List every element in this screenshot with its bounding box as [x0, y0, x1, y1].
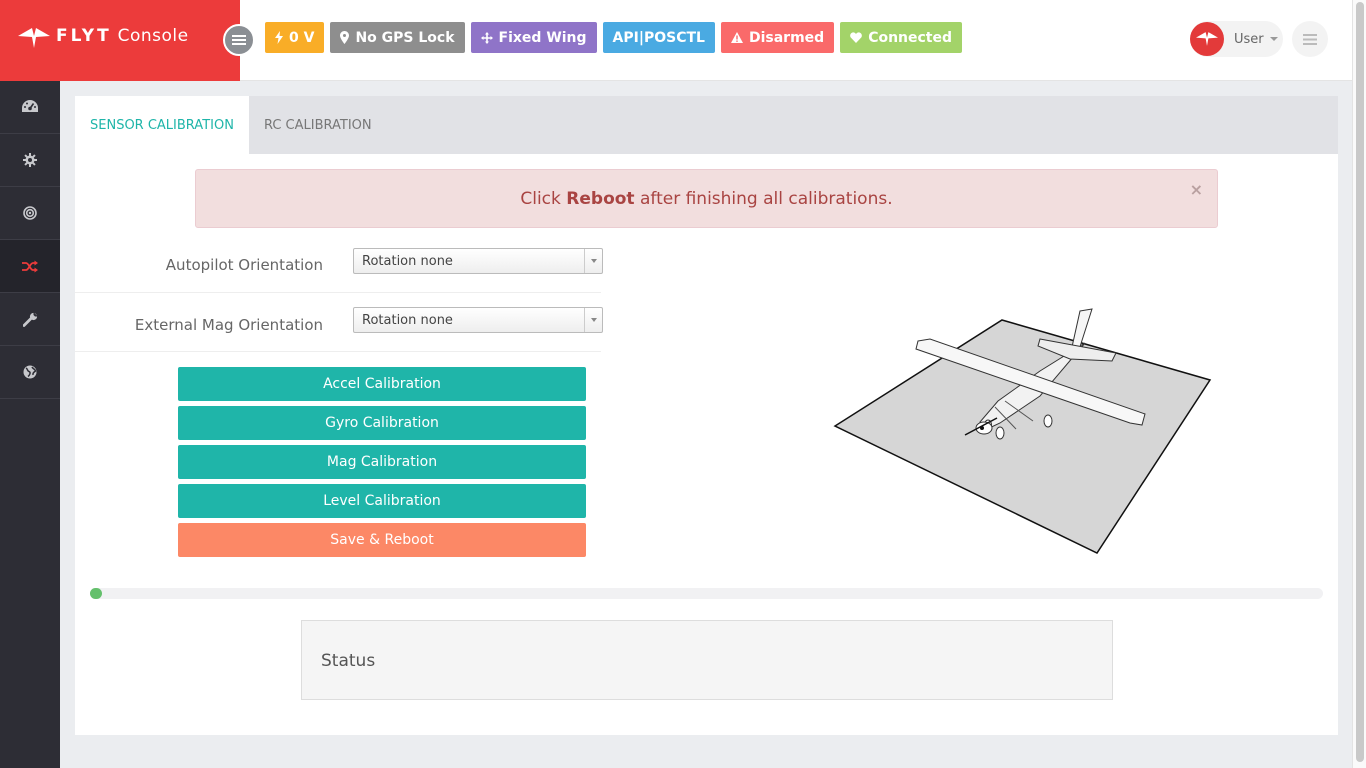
- calibration-progress-bar: [90, 588, 1323, 599]
- brand-logo[interactable]: FLYT Console: [0, 0, 240, 81]
- brand-name: FLYT Console: [56, 26, 189, 46]
- arm-state-badge[interactable]: Disarmed: [720, 22, 835, 53]
- autopilot-orientation-row: Autopilot Orientation Rotation none: [75, 234, 603, 293]
- sidebar-item-calibration[interactable]: [0, 240, 60, 293]
- arm-state-label: Disarmed: [748, 29, 825, 46]
- status-badges: 0 V No GPS Lock Fixed Wing API|POSCTL Di…: [265, 22, 963, 53]
- alert-suffix: after finishing all calibrations.: [639, 188, 893, 209]
- external-mag-orientation-value: Rotation none: [362, 312, 453, 328]
- arrows-icon: [480, 31, 493, 44]
- sidebar: [0, 81, 60, 768]
- battery-label: 0 V: [289, 29, 315, 46]
- shuffle-icon: [22, 260, 38, 272]
- scrollbar-thumb[interactable]: [1356, 2, 1364, 762]
- sidebar-item-dashboard[interactable]: [0, 81, 60, 134]
- chevron-down-icon: [584, 308, 602, 332]
- warning-icon: [730, 32, 743, 43]
- autopilot-orientation-value: Rotation none: [362, 253, 453, 269]
- bolt-icon: [275, 31, 283, 44]
- battery-badge[interactable]: 0 V: [265, 22, 325, 53]
- status-panel: Status: [301, 620, 1113, 700]
- save-reboot-button[interactable]: Save & Reboot: [178, 523, 586, 557]
- tab-bar: SENSOR CALIBRATION RC CALIBRATION: [75, 96, 1338, 154]
- hamburger-icon: [1303, 33, 1317, 45]
- gear-icon: [23, 153, 37, 167]
- alert-prefix: Click: [520, 188, 561, 209]
- connection-label: Connected: [868, 29, 953, 46]
- globe-icon: [23, 365, 37, 379]
- external-mag-orientation-label: External Mag Orientation: [134, 316, 323, 334]
- gps-badge[interactable]: No GPS Lock: [330, 22, 465, 53]
- flyt-logo-icon: [18, 28, 50, 48]
- hamburger-icon: [232, 35, 246, 45]
- avatar: [1190, 22, 1224, 56]
- accel-calibration-button[interactable]: Accel Calibration: [178, 367, 586, 401]
- chevron-down-icon: [1269, 37, 1278, 41]
- autopilot-orientation-select[interactable]: Rotation none: [353, 248, 603, 274]
- sidebar-item-target[interactable]: [0, 187, 60, 240]
- heart-icon: [850, 32, 863, 43]
- connection-badge[interactable]: Connected: [840, 22, 963, 53]
- user-menu[interactable]: User: [1190, 21, 1283, 57]
- airplane-3d-view: [833, 308, 1212, 554]
- gps-label: No GPS Lock: [355, 29, 455, 46]
- top-bar: FLYT Console 0 V No GPS Lock Fixed Wing …: [0, 0, 1366, 81]
- sidebar-item-web[interactable]: [0, 346, 60, 399]
- external-mag-orientation-row: External Mag Orientation Rotation none: [75, 293, 603, 352]
- user-name: User: [1234, 31, 1264, 47]
- sidebar-item-settings[interactable]: [0, 134, 60, 187]
- external-mag-orientation-select[interactable]: Rotation none: [353, 307, 603, 333]
- progress-fill: [90, 588, 103, 599]
- tab-rc-calibration[interactable]: RC CALIBRATION: [249, 96, 387, 154]
- options-menu-button[interactable]: [1292, 21, 1328, 57]
- reboot-alert: Click Reboot after finishing all calibra…: [195, 169, 1218, 228]
- vehicle-type-badge[interactable]: Fixed Wing: [470, 22, 597, 53]
- tab-sensor-calibration[interactable]: SENSOR CALIBRATION: [75, 96, 249, 154]
- gyro-calibration-button[interactable]: Gyro Calibration: [178, 406, 586, 440]
- menu-toggle-button[interactable]: [223, 24, 255, 56]
- mode-badge[interactable]: API|POSCTL: [602, 22, 715, 53]
- calibration-panel: SENSOR CALIBRATION RC CALIBRATION Click …: [75, 96, 1338, 735]
- flyt-logo-icon: [1196, 32, 1218, 46]
- sidebar-item-tools[interactable]: [0, 293, 60, 346]
- map-marker-icon: [340, 31, 350, 44]
- alert-close-button[interactable]: ×: [1190, 180, 1203, 199]
- chevron-down-icon: [584, 249, 602, 273]
- vehicle-type-label: Fixed Wing: [498, 29, 587, 46]
- autopilot-orientation-label: Autopilot Orientation: [165, 256, 323, 274]
- status-title: Status: [321, 651, 376, 671]
- page-scrollbar[interactable]: [1352, 0, 1366, 768]
- level-calibration-button[interactable]: Level Calibration: [178, 484, 586, 518]
- mode-label: API|POSCTL: [612, 29, 705, 46]
- wrench-icon: [22, 311, 38, 327]
- dashboard-icon: [22, 100, 38, 112]
- alert-strong: Reboot: [566, 188, 635, 209]
- mag-calibration-button[interactable]: Mag Calibration: [178, 445, 586, 479]
- target-icon: [23, 206, 37, 220]
